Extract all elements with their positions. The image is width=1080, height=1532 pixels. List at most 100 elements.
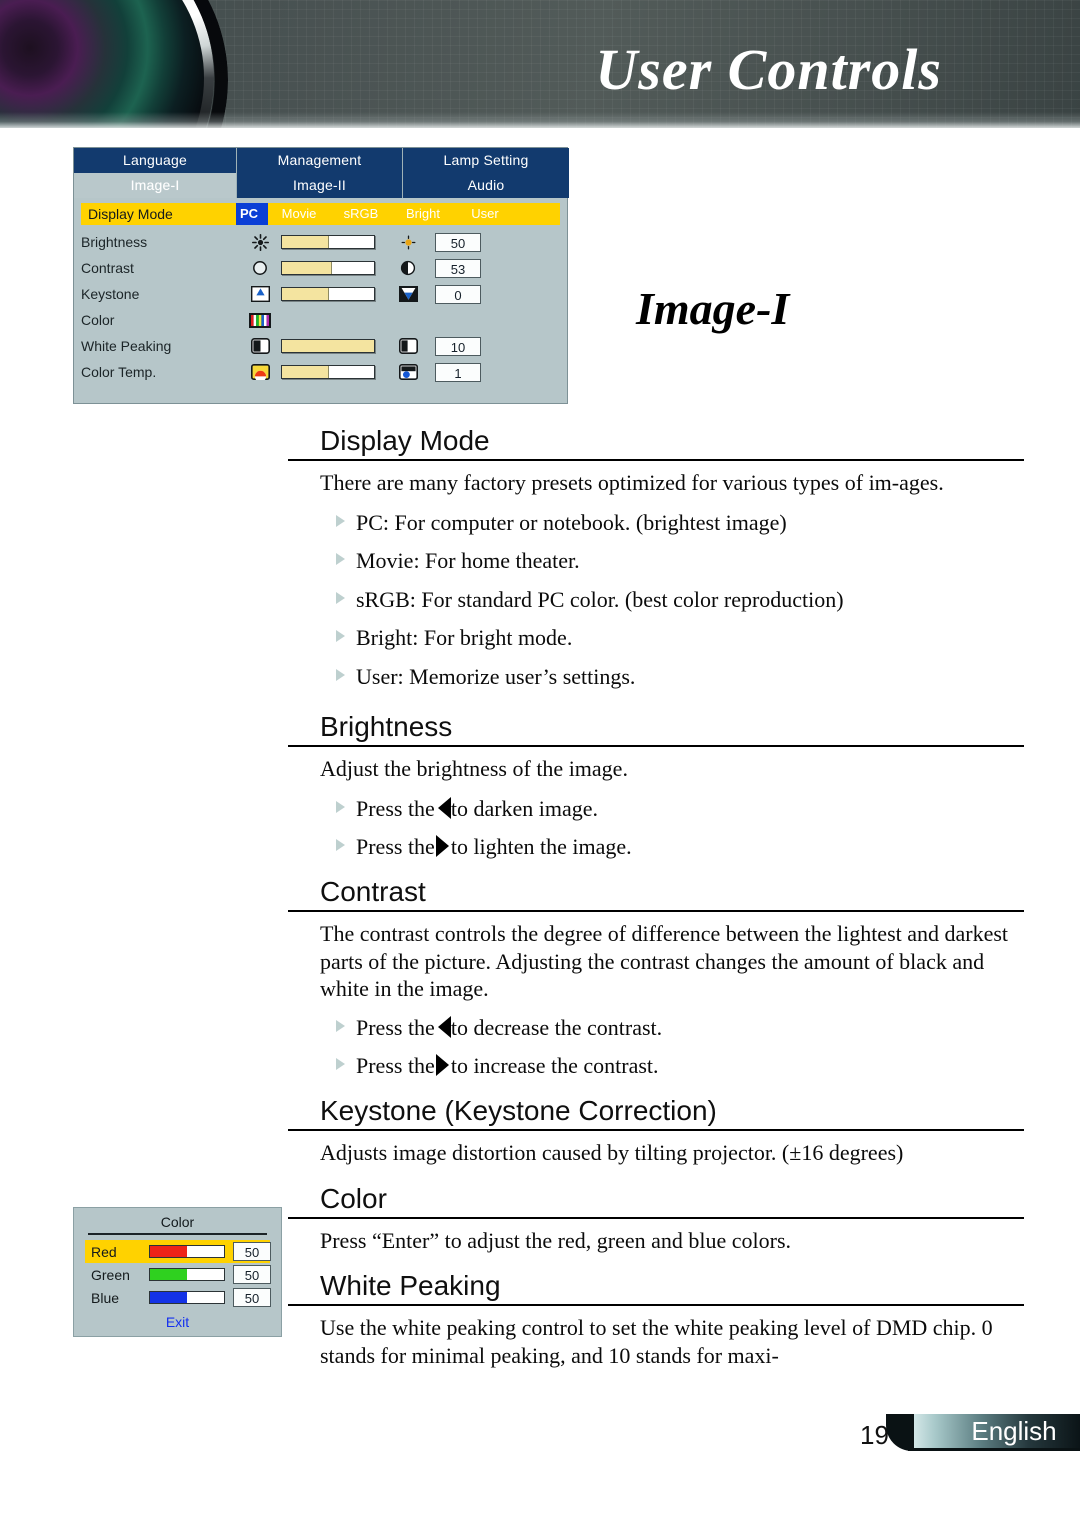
color-submenu-row-green[interactable]: Green 50 bbox=[85, 1263, 271, 1286]
page-footer: 19 English bbox=[860, 1414, 1080, 1458]
list-item: Bright: For bright mode. bbox=[288, 624, 1024, 652]
brightness-value: 50 bbox=[435, 232, 481, 252]
list-item-text-post: to darken image. bbox=[450, 795, 599, 821]
sun-small-icon bbox=[387, 235, 429, 250]
tab-lamp-setting[interactable]: Lamp Setting bbox=[403, 148, 569, 173]
tab-language[interactable]: Language bbox=[74, 148, 237, 173]
brightness-slider[interactable] bbox=[281, 235, 377, 249]
display-mode-option-movie[interactable]: Movie bbox=[268, 203, 330, 225]
list-item-text: User: Memorize user’s settings. bbox=[356, 663, 636, 689]
bullet-triangle-icon bbox=[336, 630, 345, 643]
sun-burst-icon bbox=[239, 233, 281, 251]
color-temp-label: Color Temp. bbox=[81, 364, 157, 380]
tab-image-i[interactable]: Image-I bbox=[74, 173, 237, 198]
bullet-triangle-icon bbox=[336, 839, 345, 852]
heading-brightness: Brightness bbox=[288, 710, 1024, 748]
list-item-text: Bright: For bright mode. bbox=[356, 625, 573, 651]
list-item-text: sRGB: For standard PC color. (best color… bbox=[356, 586, 844, 612]
paragraph-display-mode: There are many factory presets optimized… bbox=[320, 470, 944, 496]
color-submenu-exit-button[interactable]: Exit bbox=[74, 1309, 281, 1330]
bullet-list-display-mode: PC: For computer or notebook. (brightest… bbox=[288, 509, 1024, 691]
bullet-triangle-icon bbox=[336, 514, 345, 527]
display-mode-option-user[interactable]: User bbox=[454, 203, 516, 225]
osd-tab-row-1: Language Management Lamp Setting bbox=[74, 148, 569, 173]
color-blue-slider[interactable] bbox=[149, 1291, 225, 1304]
color-submenu-divider bbox=[88, 1233, 267, 1235]
color-red-slider[interactable] bbox=[149, 1245, 225, 1258]
bullet-list-brightness: Press the to darken image. Press the to li… bbox=[288, 795, 1024, 861]
color-submenu-row-blue[interactable]: Blue 50 bbox=[85, 1286, 271, 1309]
keystone-up-icon bbox=[239, 286, 281, 302]
list-item: sRGB: For standard PC color. (best color… bbox=[288, 586, 1024, 614]
display-mode-option-bright[interactable]: Bright bbox=[392, 203, 454, 225]
keystone-slider[interactable] bbox=[281, 287, 377, 301]
color-submenu-row-red[interactable]: Red 50 bbox=[85, 1240, 271, 1263]
display-mode-option-pc[interactable]: PC bbox=[236, 203, 268, 225]
page-header: User Controls bbox=[0, 0, 1080, 128]
arrow-left-icon bbox=[437, 796, 451, 819]
osd-row-contrast[interactable]: Contrast 53 bbox=[74, 255, 567, 281]
paragraph-color: Press “Enter” to adjust the red, green a… bbox=[320, 1227, 792, 1253]
color-temp-value: 1 bbox=[435, 362, 481, 382]
tab-image-ii[interactable]: Image-II bbox=[237, 173, 403, 198]
display-mode-options: PC Movie sRGB Bright User bbox=[236, 203, 560, 225]
bullet-triangle-icon bbox=[336, 800, 345, 813]
paragraph-brightness: Adjust the brightness of the image. bbox=[320, 756, 628, 782]
white-peaking-slider[interactable] bbox=[281, 339, 377, 353]
osd-menu-panel: Language Management Lamp Setting Image-I… bbox=[73, 147, 569, 404]
contrast-value: 53 bbox=[435, 258, 481, 278]
white-peaking-value: 10 bbox=[435, 336, 481, 356]
heading-color: Color bbox=[288, 1182, 1024, 1219]
color-label: Color bbox=[81, 312, 115, 328]
paragraph-white-peaking: Use the white peaking control to set the… bbox=[320, 1315, 993, 1368]
paragraph-keystone: Adjusts image distortion caused by tilti… bbox=[320, 1139, 904, 1165]
display-mode-option-srgb[interactable]: sRGB bbox=[330, 203, 392, 225]
osd-row-color[interactable]: Color bbox=[74, 307, 567, 333]
bullet-triangle-icon bbox=[336, 668, 345, 681]
tab-management[interactable]: Management bbox=[237, 148, 403, 173]
list-item: Press the to decrease the contrast. bbox=[288, 1014, 1024, 1042]
osd-row-white-peaking[interactable]: White Peaking 10 bbox=[74, 333, 567, 359]
white-peak-icon bbox=[239, 338, 281, 354]
contrast-label: Contrast bbox=[81, 260, 134, 276]
brightness-label: Brightness bbox=[81, 234, 148, 250]
list-item: Press the to lighten the image. bbox=[288, 833, 1024, 861]
osd-row-color-temp[interactable]: Color Temp. 1 bbox=[74, 359, 567, 385]
header-title: User Controls bbox=[595, 37, 942, 102]
projector-lens-icon bbox=[0, 0, 204, 128]
list-item-text-pre: Press the bbox=[356, 1014, 435, 1040]
arrow-right-icon bbox=[435, 835, 449, 858]
contrast-slider[interactable] bbox=[281, 261, 377, 275]
color-blue-label: Blue bbox=[91, 1289, 120, 1306]
list-item-text-pre: Press the bbox=[356, 795, 435, 821]
bullet-triangle-icon bbox=[336, 1058, 345, 1071]
list-item-text-post: to decrease the contrast. bbox=[450, 1014, 663, 1040]
footer-language-label: English bbox=[971, 1416, 1057, 1446]
tab-audio[interactable]: Audio bbox=[403, 173, 569, 198]
osd-row-keystone[interactable]: Keystone 0 bbox=[74, 281, 567, 307]
list-item-text: Movie: For home theater. bbox=[356, 548, 580, 574]
color-temp-slider[interactable] bbox=[281, 365, 377, 379]
list-item: PC: For computer or notebook. (brightest… bbox=[288, 509, 1024, 537]
rgb-bars-icon bbox=[239, 312, 281, 328]
keystone-value: 0 bbox=[435, 284, 481, 304]
arrow-left-icon bbox=[437, 1015, 451, 1038]
list-item-text: PC: For computer or notebook. (brightest… bbox=[356, 509, 787, 535]
osd-row-brightness[interactable]: Brightness 50 bbox=[74, 229, 567, 255]
list-item: Press the to increase the contrast. bbox=[288, 1052, 1024, 1080]
list-item-text-pre: Press the bbox=[356, 834, 435, 860]
heading-keystone: Keystone (Keystone Correction) bbox=[288, 1094, 1024, 1131]
osd-row-display-mode[interactable]: Display Mode PC Movie sRGB Bright User bbox=[81, 203, 560, 225]
white-peak-2-icon bbox=[387, 338, 429, 354]
white-peaking-label: White Peaking bbox=[81, 338, 172, 354]
color-green-slider[interactable] bbox=[149, 1268, 225, 1281]
keystone-down-icon bbox=[387, 286, 429, 302]
list-item-text-post: to lighten the image. bbox=[450, 834, 632, 860]
osd-body: Display Mode PC Movie sRGB Bright User B… bbox=[74, 198, 567, 403]
half-circle-icon bbox=[387, 260, 429, 276]
